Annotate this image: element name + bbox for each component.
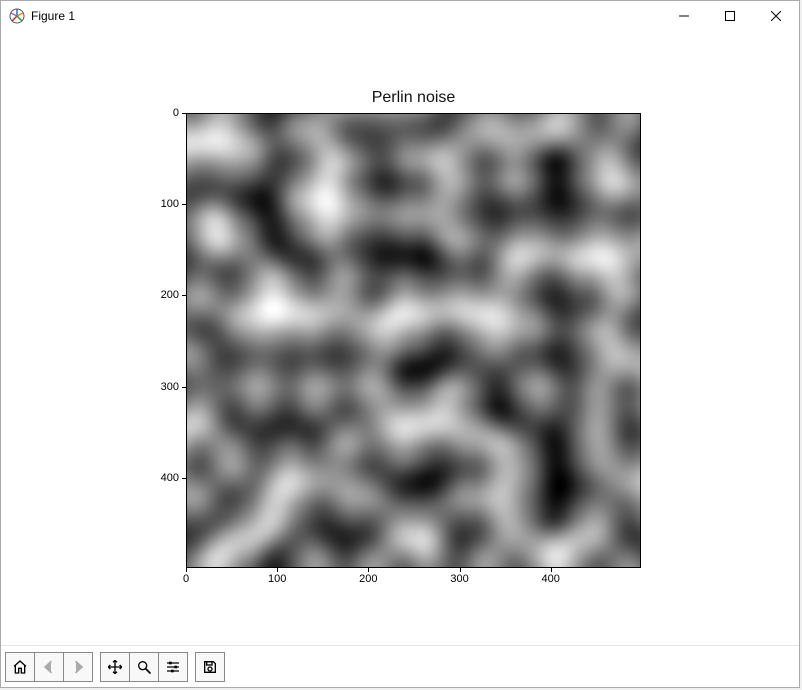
y-tick-label: 300 (161, 381, 179, 393)
arrow-left-icon (41, 657, 57, 677)
x-tick-label: 200 (359, 573, 377, 585)
figure-canvas[interactable]: Perlin noise 0100200300400 0100200300400 (1, 31, 799, 649)
close-button[interactable] (753, 1, 799, 31)
x-tick-label: 300 (450, 573, 468, 585)
forward-button[interactable] (63, 652, 93, 682)
sliders-icon (165, 657, 181, 677)
tick-mark (277, 568, 278, 572)
x-tick-label: 400 (542, 573, 560, 585)
maximize-icon (725, 11, 735, 21)
save-icon (202, 657, 218, 677)
y-tick-label: 400 (161, 472, 179, 484)
navigation-toolbar (1, 645, 799, 687)
y-tick-label: 200 (161, 289, 179, 301)
plot-title: Perlin noise (186, 89, 641, 107)
heatmap-image (186, 113, 641, 568)
tick-mark (182, 295, 186, 296)
zoom-button[interactable] (129, 652, 159, 682)
tick-mark (460, 568, 461, 572)
y-tick-label: 100 (161, 198, 179, 210)
back-button[interactable] (34, 652, 64, 682)
titlebar: Figure 1 (1, 1, 799, 32)
matplotlib-window: Figure 1 Perlin noise 0100200300400 0100… (0, 0, 800, 688)
magnifier-icon (136, 657, 152, 677)
arrow-right-icon (70, 657, 86, 677)
window-title: Figure 1 (31, 9, 75, 23)
tick-mark (551, 568, 552, 572)
home-icon (12, 657, 28, 677)
tick-mark (182, 478, 186, 479)
tick-mark (182, 387, 186, 388)
x-tick-label: 0 (183, 573, 189, 585)
axes: 0100200300400 0100200300400 (186, 113, 641, 568)
move-icon (107, 657, 123, 677)
y-tick-label: 0 (173, 107, 179, 119)
minimize-icon (679, 11, 689, 21)
matplotlib-icon (9, 8, 25, 24)
tick-mark (186, 568, 187, 572)
save-button[interactable] (195, 652, 225, 682)
tick-mark (182, 113, 186, 114)
tick-mark (368, 568, 369, 572)
close-icon (771, 11, 781, 21)
pan-button[interactable] (100, 652, 130, 682)
tick-mark (182, 204, 186, 205)
home-button[interactable] (5, 652, 35, 682)
subplots-button[interactable] (158, 652, 188, 682)
axes-container: Perlin noise 0100200300400 0100200300400 (186, 89, 641, 589)
minimize-button[interactable] (661, 1, 707, 31)
x-tick-label: 100 (268, 573, 286, 585)
maximize-button[interactable] (707, 1, 753, 31)
